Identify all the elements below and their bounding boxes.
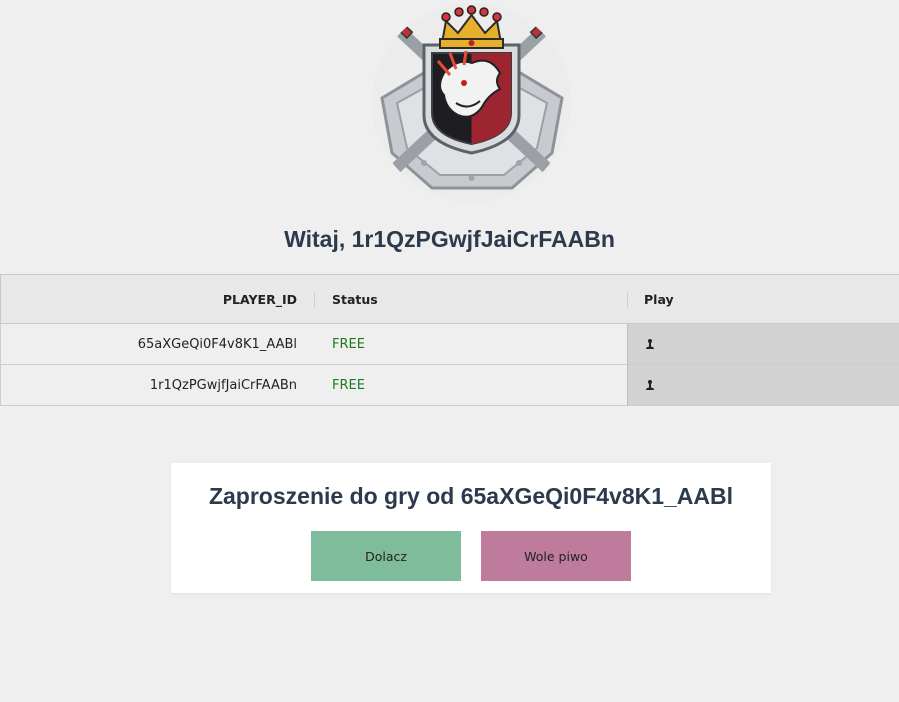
table-header-row: PLAYER_ID Status Play <box>0 274 899 324</box>
welcome-heading: Witaj, 1r1QzPGwjfJaiCrFAABn <box>284 226 615 252</box>
players-table: PLAYER_ID Status Play 65aXGeQi0F4v8K1_AA… <box>0 274 899 406</box>
table-row: 1r1QzPGwjfJaiCrFAABn FREE <box>0 364 899 406</box>
crest-logo <box>372 3 571 202</box>
status-cell: FREE <box>332 336 365 352</box>
player-id-cell: 1r1QzPGwjfJaiCrFAABn <box>0 364 314 406</box>
header-player-id: PLAYER_ID <box>0 274 314 324</box>
join-button[interactable]: Dolacz <box>311 531 461 581</box>
play-button[interactable] <box>626 364 899 406</box>
game-invite-dialog: Zaproszenie do gry od 65aXGeQi0F4v8K1_AA… <box>171 463 771 593</box>
play-button[interactable] <box>626 323 899 365</box>
status-cell: FREE <box>332 377 365 393</box>
pawn-icon <box>645 339 654 349</box>
player-id-cell: 65aXGeQi0F4v8K1_AABl <box>0 323 314 365</box>
header-play: Play <box>627 274 899 324</box>
crowned-warrior-crest-icon <box>372 3 571 202</box>
header-status: Status <box>314 274 627 324</box>
invite-title: Zaproszenie do gry od 65aXGeQi0F4v8K1_AA… <box>208 483 734 509</box>
pawn-icon <box>645 380 654 390</box>
page: Witaj, 1r1QzPGwjfJaiCrFAABn PLAYER_ID St… <box>0 0 899 702</box>
decline-button[interactable]: Wole piwo <box>481 531 631 581</box>
table-row: 65aXGeQi0F4v8K1_AABl FREE <box>0 323 899 365</box>
